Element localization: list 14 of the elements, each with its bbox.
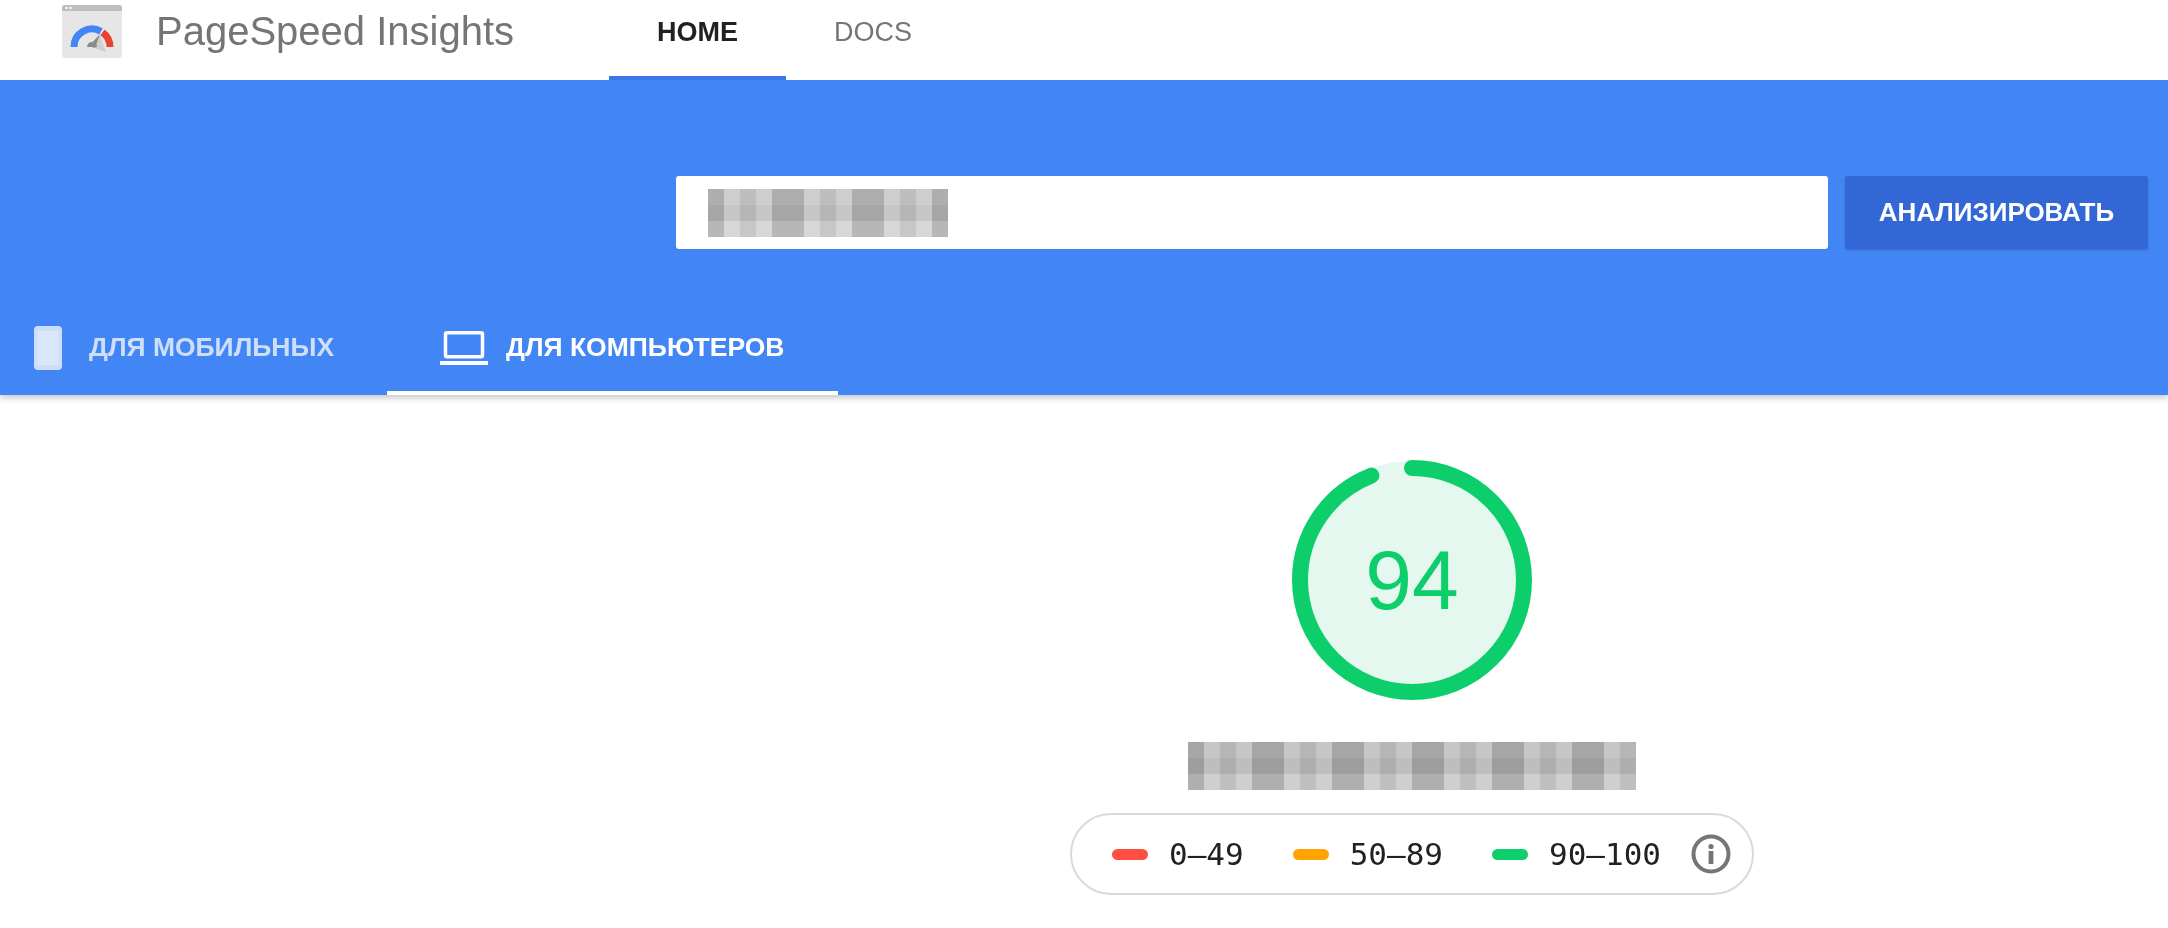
device-tab[interactable]: ДЛЯ МОБИЛЬНЫХ [0, 300, 388, 395]
legend-label: 50–89 [1349, 836, 1443, 872]
score-value: 94 [1365, 535, 1459, 625]
device-tab[interactable]: ДЛЯ КОМПЬЮТЕРОВ [387, 300, 838, 395]
analyze-button[interactable]: АНАЛИЗИРОВАТЬ [1845, 176, 2148, 249]
app-title: PageSpeed Insights [156, 8, 515, 54]
legend-label: 90–100 [1549, 836, 1661, 872]
laptop-icon [440, 330, 489, 365]
nav-tab[interactable]: DOCS [786, 0, 961, 80]
speedometer-logo-icon [62, 5, 122, 58]
url-input-field[interactable] [676, 176, 1828, 249]
info-icon[interactable] [1691, 834, 1731, 874]
legend-label: 0–49 [1169, 836, 1244, 872]
phone-icon [34, 325, 62, 370]
